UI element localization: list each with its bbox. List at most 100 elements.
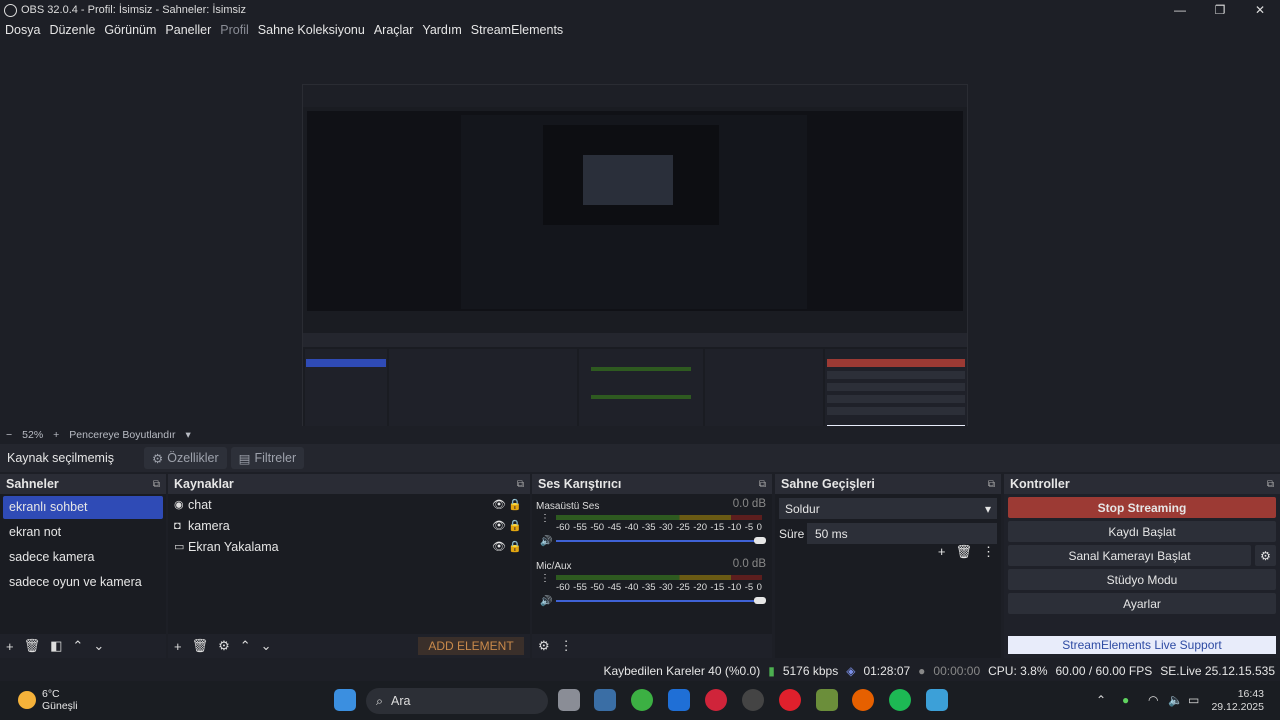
lock-icon[interactable]: 🔒 <box>508 540 522 553</box>
eye-icon[interactable]: 👁 <box>492 519 506 532</box>
virtual-cam-row: Sanal Kamerayı Başlat ⚙ <box>1008 545 1276 566</box>
add-icon[interactable]: + <box>6 639 14 654</box>
pinterest-icon[interactable] <box>705 689 727 711</box>
gear-icon[interactable]: ⚙ <box>218 638 230 654</box>
add-icon[interactable]: + <box>938 544 946 560</box>
minecraft-icon[interactable] <box>816 689 838 711</box>
live-support-button[interactable]: StreamElements Live Support <box>1008 636 1276 654</box>
transitions-header: Sahne Geçişleri ⧉ <box>775 474 1001 494</box>
scene-item[interactable]: sadece oyun ve kamera <box>3 571 163 594</box>
add-element-button[interactable]: ADD ELEMENT <box>418 637 524 655</box>
move-down-icon[interactable]: ⌄ <box>261 638 272 654</box>
spotify-icon[interactable] <box>889 689 911 711</box>
properties-button[interactable]: ⚙ Özellikler <box>144 447 227 469</box>
volume-icon[interactable]: 🔈 <box>1168 693 1183 707</box>
dock-float-icon[interactable]: ⧉ <box>153 479 160 490</box>
transition-buttons: + 🗑 ⋮ <box>938 544 995 560</box>
studio-mode-button[interactable]: Stüdyo Modu <box>1008 569 1276 590</box>
zoom-out-button[interactable]: − <box>6 429 12 441</box>
chevron-down-icon[interactable]: ▾ <box>186 429 191 441</box>
preview-canvas[interactable] <box>302 84 968 462</box>
menu-docks[interactable]: Paneller <box>165 23 211 37</box>
close-button[interactable]: ✕ <box>1240 0 1280 20</box>
filter-icon[interactable]: ◧ <box>50 638 62 654</box>
notepad-icon[interactable] <box>926 689 948 711</box>
move-up-icon[interactable]: ⌃ <box>72 638 83 654</box>
duration-input[interactable]: 50 ms <box>807 523 997 544</box>
volume-slider[interactable] <box>556 597 766 604</box>
temperature: 6°C <box>42 688 60 700</box>
stop-streaming-button[interactable]: Stop Streaming <box>1008 497 1276 518</box>
source-item[interactable]: ◉ chat 👁 🔒 <box>168 494 530 515</box>
trash-icon[interactable]: 🗑 <box>24 638 41 654</box>
dock-float-icon[interactable]: ⧉ <box>988 479 995 490</box>
source-item[interactable]: ◘ kamera 👁 🔒 <box>168 515 530 536</box>
dock-float-icon[interactable]: ⧉ <box>517 479 524 490</box>
menu-profile[interactable]: Profil <box>220 23 248 37</box>
start-recording-button[interactable]: Kaydı Başlat <box>1008 521 1276 542</box>
trash-icon[interactable]: 🗑 <box>955 544 972 560</box>
settings-button[interactable]: Ayarlar <box>1008 593 1276 614</box>
chevron-up-icon[interactable]: ⌃ <box>1096 693 1106 707</box>
wifi-icon[interactable]: ◠ <box>1148 693 1158 707</box>
transition-select[interactable]: Soldur ▾ <box>779 498 997 519</box>
task-view-icon[interactable] <box>558 689 580 711</box>
source-item[interactable]: ▭ Ekran Yakalama 👁 🔒 <box>168 536 530 557</box>
weather-widget[interactable]: 6°C Güneşli <box>18 688 78 712</box>
move-down-icon[interactable]: ⌄ <box>93 638 104 654</box>
advanced-audio-icon[interactable]: ⚙ <box>538 638 550 654</box>
more-icon[interactable]: ⋮ <box>540 513 550 524</box>
clock[interactable]: 16:43 29.12.2025 <box>1211 688 1264 714</box>
slider-knob[interactable] <box>754 597 766 604</box>
eye-icon[interactable]: 👁 <box>492 540 506 553</box>
scene-item[interactable]: ekran not <box>3 521 163 544</box>
menu-view[interactable]: Görünüm <box>104 23 156 37</box>
minimize-button[interactable]: — <box>1160 0 1200 20</box>
meter-tick-label: -40 <box>624 522 639 533</box>
opera-icon[interactable] <box>779 689 801 711</box>
filters-button[interactable]: ▤ Filtreler <box>230 447 305 469</box>
menu-file[interactable]: Dosya <box>5 23 40 37</box>
more-icon[interactable]: ⋮ <box>540 573 550 584</box>
add-icon[interactable]: + <box>174 639 182 654</box>
dock-float-icon[interactable]: ⧉ <box>759 479 766 490</box>
scale-mode-select[interactable]: Pencereye Boyutlandır <box>69 429 175 441</box>
speaker-icon[interactable]: 🔊 <box>540 536 552 547</box>
gear-icon[interactable]: ⚙ <box>1255 545 1276 566</box>
search-icon: ⌕ <box>376 693 384 708</box>
menu-scene-collection[interactable]: Sahne Koleksiyonu <box>258 23 365 37</box>
trash-icon[interactable]: 🗑 <box>192 638 209 654</box>
dock-float-icon[interactable]: ⧉ <box>1267 479 1274 490</box>
virtual-camera-button[interactable]: Sanal Kamerayı Başlat <box>1008 545 1251 566</box>
move-up-icon[interactable]: ⌃ <box>240 638 251 654</box>
menu-tools[interactable]: Araçlar <box>374 23 414 37</box>
start-icon[interactable] <box>334 689 356 711</box>
source-label: chat <box>188 497 212 512</box>
steam-icon[interactable] <box>594 689 616 711</box>
app-icon[interactable] <box>631 689 653 711</box>
speaker-icon[interactable]: 🔊 <box>540 596 552 607</box>
obs-icon[interactable] <box>742 689 764 711</box>
scene-item[interactable]: sadece kamera <box>3 546 163 569</box>
lock-icon[interactable]: 🔒 <box>508 498 522 511</box>
volume-slider[interactable] <box>556 537 766 544</box>
scene-item[interactable]: ekranlı sohbet <box>3 496 163 519</box>
menu-streamelements[interactable]: StreamElements <box>471 23 563 37</box>
more-icon[interactable]: ⋮ <box>982 544 995 560</box>
menu-help[interactable]: Yardım <box>422 23 461 37</box>
outlook-icon[interactable] <box>668 689 690 711</box>
meter-tick-label: -55 <box>573 522 587 533</box>
maximize-button[interactable]: ❐ <box>1200 0 1240 20</box>
lock-icon[interactable]: 🔒 <box>508 519 522 532</box>
search-box[interactable]: ⌕ Ara <box>366 688 548 714</box>
more-icon[interactable]: ⋮ <box>560 638 573 654</box>
slider-knob[interactable] <box>754 537 766 544</box>
microphone-icon[interactable]: ● <box>1122 693 1129 707</box>
meter-tick-label: 0 <box>756 582 762 593</box>
zoom-in-button[interactable]: + <box>53 429 59 441</box>
battery-icon[interactable]: ▭ <box>1188 693 1199 707</box>
firefox-icon[interactable] <box>852 689 874 711</box>
menu-edit[interactable]: Düzenle <box>49 23 95 37</box>
eye-icon[interactable]: 👁 <box>492 498 506 511</box>
search-placeholder: Ara <box>391 694 411 708</box>
